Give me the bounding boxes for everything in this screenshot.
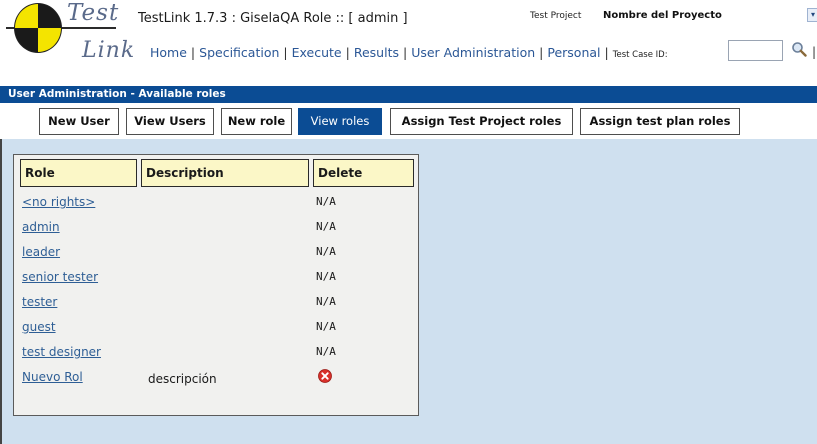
search-icon[interactable] [791,41,807,57]
content-area: Role Description Delete <no rights> N/A … [0,139,817,444]
table-row: leader N/A [22,243,412,267]
user-admin-tabs: New User View Users New role View roles … [0,103,817,139]
table-row: guest N/A [22,318,412,342]
nav-personal[interactable]: Personal [547,45,600,60]
nav-separator: | [402,45,408,60]
role-description: descripción [148,372,217,386]
column-header-delete: Delete [313,159,414,187]
table-row: <no rights> N/A [22,193,412,217]
delete-value: N/A [316,220,336,233]
tab-view-roles[interactable]: View roles [298,108,382,135]
delete-icon[interactable] [318,369,332,383]
column-header-description[interactable]: Description [141,159,309,187]
test-project-name[interactable]: Nombre del Proyecto [603,10,722,21]
role-link[interactable]: guest [22,320,56,334]
role-link[interactable]: tester [22,295,57,309]
nav-separator: | [190,45,196,60]
delete-value: N/A [316,295,336,308]
page-title: User Administration - Available roles [0,86,817,103]
tab-assign-test-project-roles[interactable]: Assign Test Project roles [390,108,573,135]
table-row: tester N/A [22,293,412,317]
tab-view-users[interactable]: View Users [126,108,214,135]
test-case-id-label: Test Case ID: [612,50,668,60]
table-row: senior tester N/A [22,268,412,292]
nav-results[interactable]: Results [354,45,399,60]
logo-text-test: Test [67,0,120,26]
nav-execute[interactable]: Execute [292,45,342,60]
nav-user-administration[interactable]: User Administration [411,45,535,60]
nav-separator: | [604,45,609,60]
delete-value: N/A [316,320,336,333]
role-link[interactable]: <no rights> [22,195,95,209]
project-dropdown-arrow-icon[interactable]: ▾ [807,8,817,22]
role-link[interactable]: admin [22,220,60,234]
nav-separator: | [812,45,817,59]
app-header: Test Link TestLink 1.7.3 : GiselaQA Role… [0,0,817,75]
role-link[interactable]: test designer [22,345,101,359]
left-border [0,139,2,444]
delete-value: N/A [316,245,336,258]
table-row: test designer N/A [22,343,412,367]
role-link[interactable]: Nuevo Rol [22,370,83,384]
nav-separator: | [283,45,288,60]
tab-new-user[interactable]: New User [39,108,119,135]
table-row: Nuevo Rol descripción [22,368,412,392]
nav-separator: | [345,45,350,60]
delete-value: N/A [316,195,336,208]
test-project-label: Test Project [530,11,582,21]
table-row: admin N/A [22,218,412,242]
test-case-id-input[interactable] [728,40,783,61]
delete-value: N/A [316,270,336,283]
app-title: TestLink 1.7.3 : GiselaQA Role :: [ admi… [138,11,408,26]
column-header-role[interactable]: Role [20,159,137,187]
nav-specification[interactable]: Specification [199,45,279,60]
roles-table: Role Description Delete <no rights> N/A … [13,154,419,416]
main-nav: Home | Specification | Execute | Results | User … [150,45,668,60]
logo-text-link: Link [82,38,136,63]
nav-home[interactable]: Home [150,45,187,60]
nav-separator: | [539,45,544,60]
tab-assign-test-plan-roles[interactable]: Assign test plan roles [580,108,740,135]
delete-value: N/A [316,345,336,358]
role-link[interactable]: senior tester [22,270,98,284]
tab-new-role[interactable]: New role [221,108,292,135]
role-link[interactable]: leader [22,245,60,259]
testlink-logo-icon[interactable] [14,3,62,53]
